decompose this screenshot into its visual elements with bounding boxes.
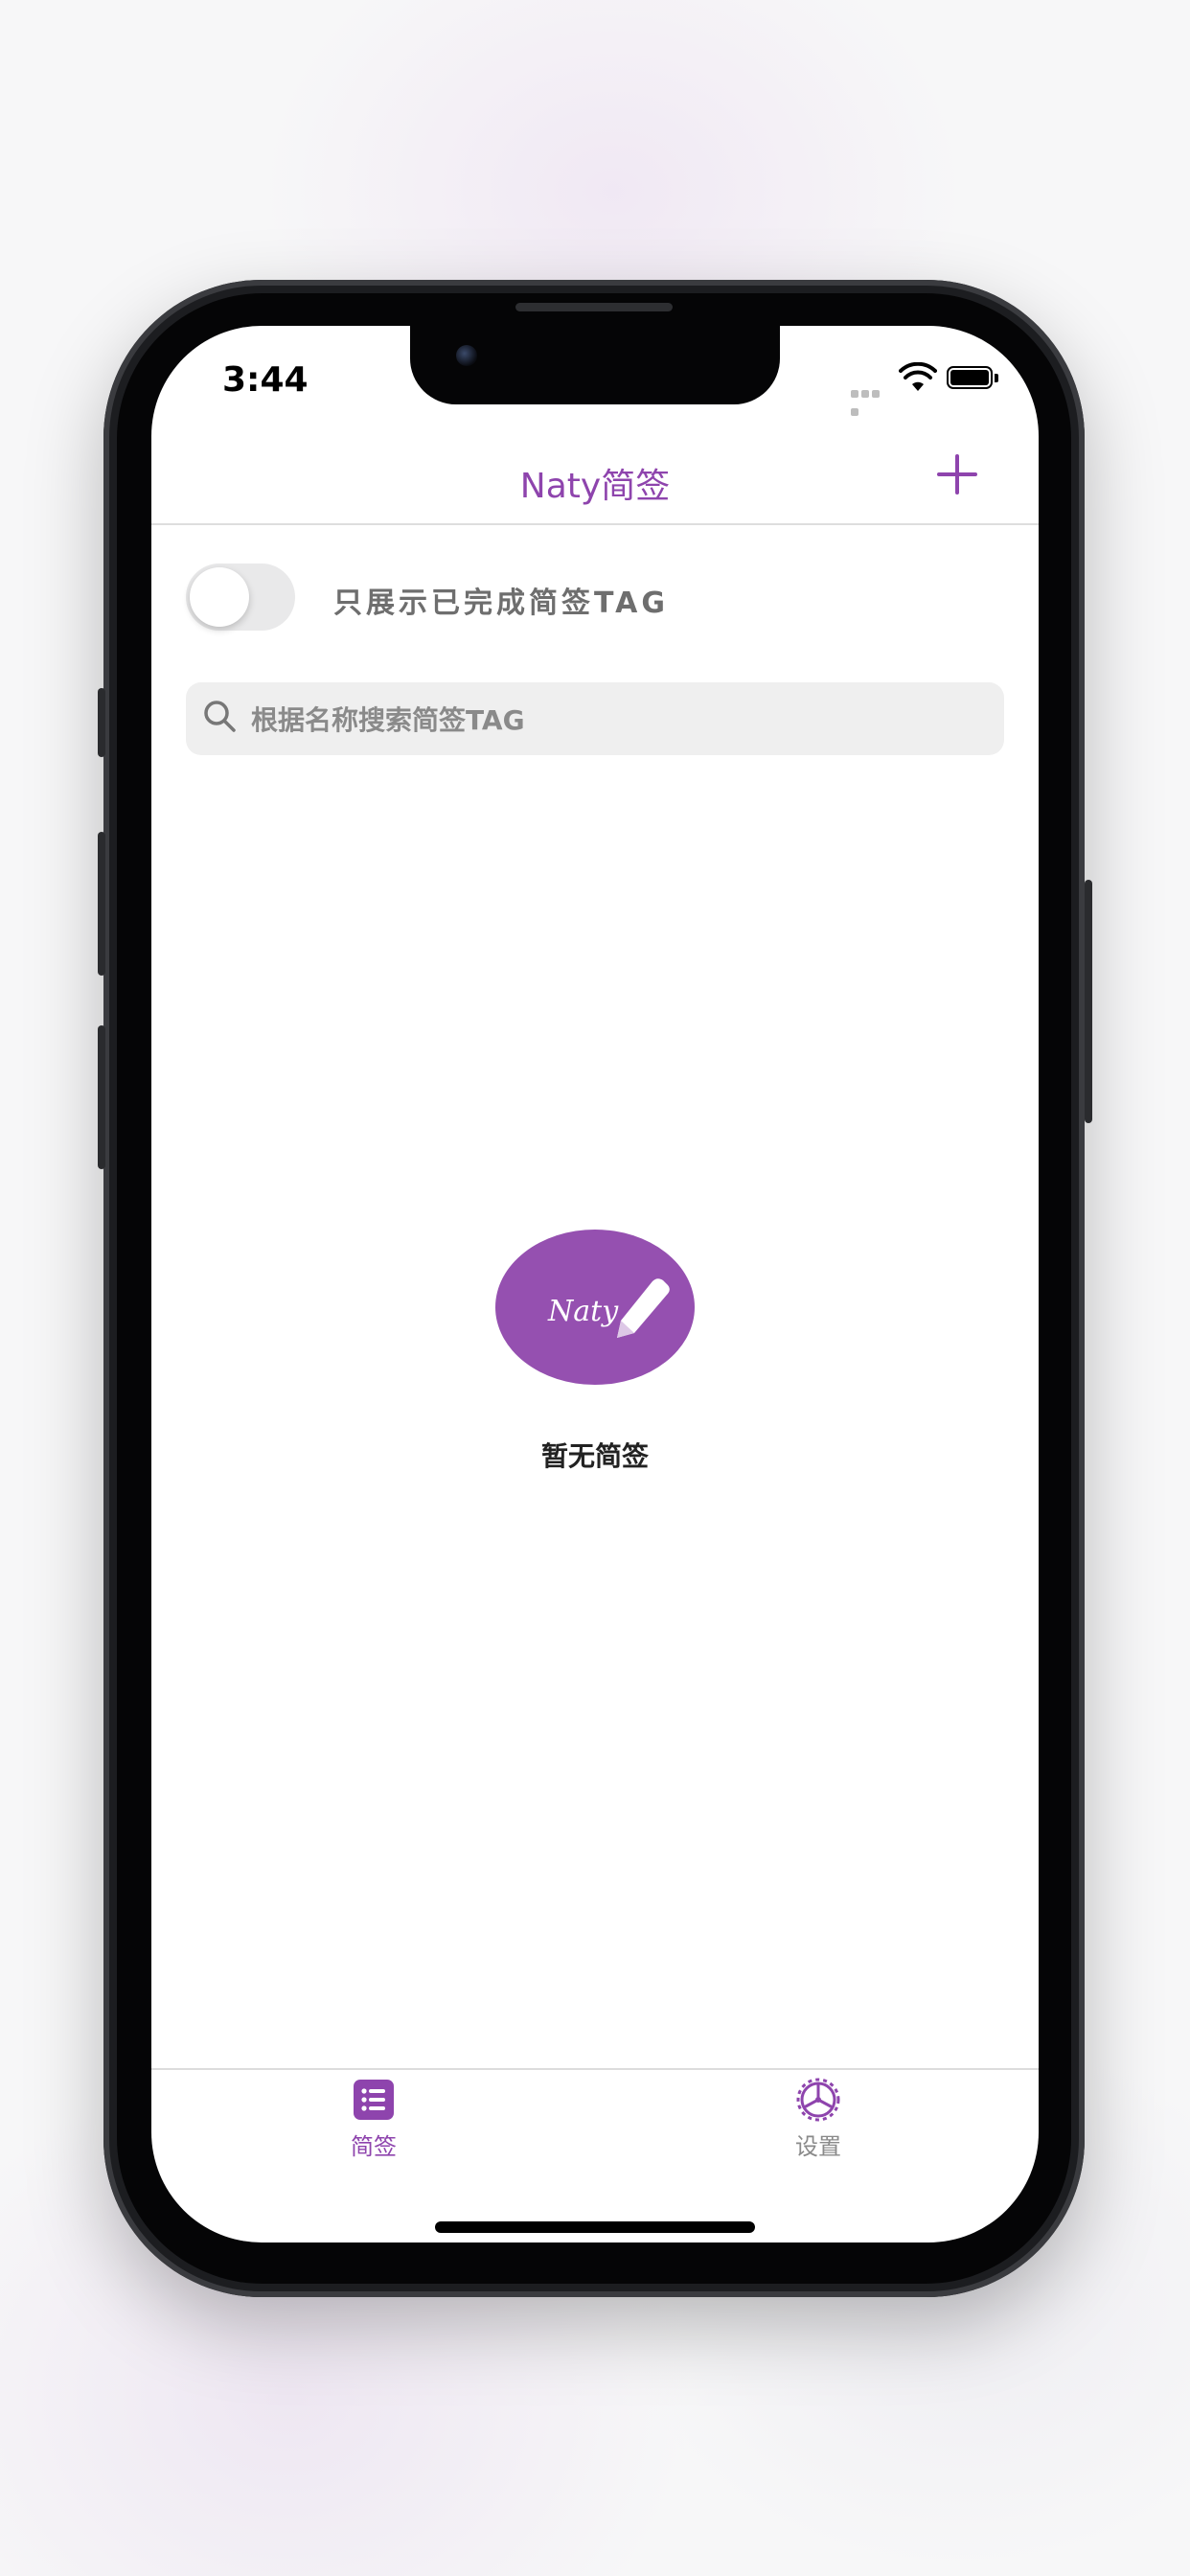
earpiece-speaker bbox=[515, 303, 673, 311]
logo-text: Naty bbox=[547, 1295, 619, 1328]
search-bar[interactable] bbox=[186, 682, 1004, 757]
tab-settings[interactable]: 设置 bbox=[722, 2078, 914, 2183]
wifi-icon bbox=[899, 362, 937, 391]
settings-icon bbox=[796, 2078, 840, 2122]
phone-side-button-mute bbox=[98, 688, 105, 757]
home-indicator[interactable] bbox=[435, 2221, 755, 2233]
empty-state-message: 暂无简签 bbox=[540, 1440, 649, 1472]
tab-settings-label: 设置 bbox=[795, 2133, 841, 2160]
page-title: Naty简签 bbox=[519, 467, 671, 506]
tab-bar-divider bbox=[151, 2068, 1039, 2070]
status-time: 3:44 bbox=[222, 360, 309, 400]
phone-side-button-volume-up bbox=[98, 832, 105, 976]
tab-notes[interactable]: 简签 bbox=[278, 2078, 469, 2183]
search-icon bbox=[204, 701, 236, 732]
battery-icon bbox=[947, 366, 993, 389]
toggle-knob bbox=[190, 567, 249, 627]
plus-icon[interactable] bbox=[935, 452, 979, 496]
phone-side-button-volume-down bbox=[98, 1025, 105, 1169]
tab-notes-label: 简签 bbox=[351, 2133, 397, 2160]
notch bbox=[410, 326, 780, 404]
nav-divider bbox=[151, 523, 1039, 525]
completed-filter-toggle[interactable] bbox=[186, 564, 295, 631]
naty-logo-icon: Naty bbox=[495, 1230, 695, 1385]
app-screen: 3:44 Naty简签 只展示已完成简签TAG Naty 暂无简签 bbox=[151, 326, 1039, 2242]
search-input[interactable] bbox=[249, 682, 981, 757]
completed-filter-label: 只展示已完成简签TAG bbox=[333, 586, 669, 620]
phone-side-button-power bbox=[1085, 880, 1092, 1123]
camera-icon bbox=[456, 345, 477, 366]
cellular-signal-icon bbox=[851, 383, 891, 416]
list-icon bbox=[354, 2080, 394, 2120]
battery-tip bbox=[995, 374, 998, 382]
